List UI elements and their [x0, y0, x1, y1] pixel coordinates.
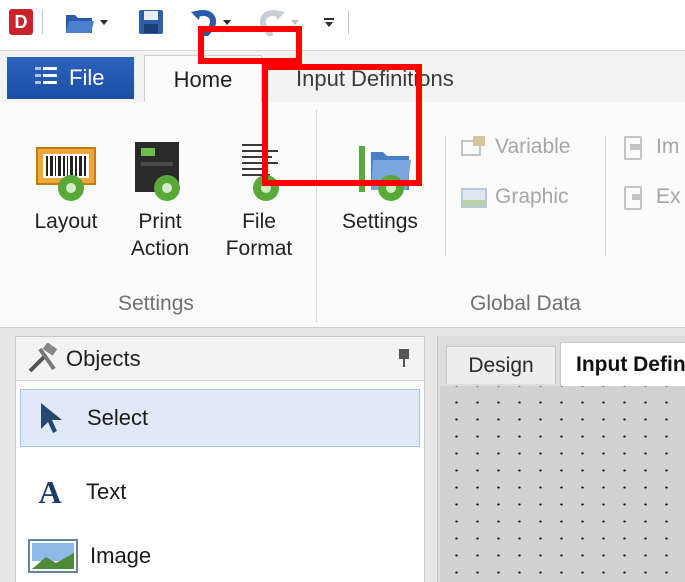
chevron-down-icon — [325, 21, 333, 27]
tools-icon — [28, 342, 58, 372]
group-separator — [605, 136, 606, 256]
import-button: Im — [620, 134, 679, 160]
chevron-down-icon — [291, 19, 299, 25]
objects-item-select[interactable]: Select — [20, 389, 420, 447]
tab-home-label: Home — [173, 67, 233, 92]
highlight-box — [262, 64, 422, 186]
file-format-label: File Format — [225, 210, 293, 260]
import-label: Im — [656, 135, 680, 158]
layout-button[interactable]: Layout — [24, 132, 108, 235]
document-area: Design Input Definitions — [437, 336, 685, 582]
image-icon — [28, 539, 78, 573]
save-button[interactable] — [136, 7, 166, 37]
objects-item-label: Select — [87, 405, 149, 430]
barcode-gear-icon — [36, 147, 96, 201]
quick-access-toolbar: D — [0, 0, 685, 50]
tab-design[interactable]: Design — [446, 346, 556, 384]
toolbar-separator — [42, 10, 43, 34]
open-folder-icon — [66, 15, 94, 33]
export-icon — [620, 184, 650, 210]
open-button[interactable] — [64, 7, 108, 37]
design-canvas[interactable] — [440, 386, 685, 582]
objects-item-image[interactable]: Image — [20, 527, 420, 582]
app-icon[interactable]: D — [8, 7, 34, 37]
group-separator — [445, 136, 446, 256]
tab-file-label: File — [69, 65, 105, 90]
customize-toolbar-button[interactable] — [320, 7, 338, 37]
layout-label: Layout — [34, 210, 98, 233]
chevron-down-icon[interactable] — [100, 19, 108, 25]
graphic-label: Graphic — [495, 185, 569, 208]
global-settings-label: Settings — [342, 210, 418, 233]
pin-icon[interactable] — [398, 349, 410, 369]
customize-icon — [324, 17, 334, 20]
tab-input-definitions-document[interactable]: Input Definitions — [560, 342, 685, 386]
chevron-down-icon[interactable] — [223, 19, 231, 25]
tab-design-label: Design — [468, 353, 534, 377]
objects-panel-title: Objects — [66, 345, 141, 371]
tab-file[interactable]: File — [7, 57, 134, 99]
highlight-box — [198, 26, 302, 64]
objects-panel-header: Objects — [16, 337, 424, 381]
variable-icon — [459, 134, 489, 160]
menu-lines-icon — [35, 67, 57, 84]
variable-label: Variable — [495, 135, 571, 158]
workspace: Objects Select A Text Image Design Input… — [0, 328, 685, 582]
objects-panel: Objects Select A Text Image — [15, 336, 425, 582]
export-label: Ex — [656, 185, 681, 208]
text-A-icon: A — [38, 473, 62, 510]
graphic-icon — [459, 184, 489, 210]
variable-button: Variable — [459, 134, 571, 160]
cursor-arrow-icon — [41, 403, 62, 433]
print-action-button[interactable]: Print Action — [118, 132, 202, 262]
graphic-button: Graphic — [459, 184, 569, 210]
export-button: Ex — [620, 184, 681, 210]
global-data-group-label: Global Data — [470, 292, 581, 315]
printer-gear-icon — [135, 142, 180, 201]
tab-input-definitions-document-label: Input Definitions — [576, 352, 685, 376]
print-action-label: Print Action — [130, 210, 190, 260]
import-icon — [620, 134, 650, 160]
objects-item-label: Image — [90, 543, 152, 568]
toolbar-separator — [348, 10, 349, 34]
save-icon — [139, 10, 163, 34]
objects-item-text[interactable]: A Text — [20, 463, 420, 521]
objects-item-label: Text — [86, 479, 127, 504]
settings-group-label: Settings — [118, 292, 194, 315]
